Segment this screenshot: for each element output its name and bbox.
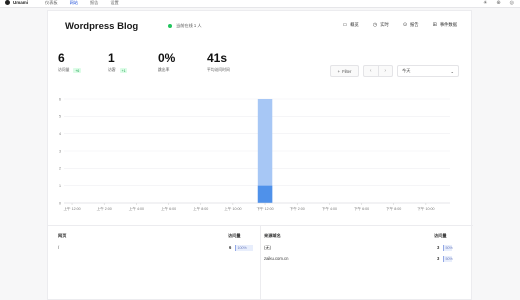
stat-avg-visit-time: 41s 平均访问时间	[207, 51, 230, 73]
table-row[interactable]: / 6 100%	[58, 244, 253, 251]
referrer-domain: (无)	[264, 244, 271, 250]
overview-label: 概览	[350, 22, 359, 27]
live-visitors: 当前在线 1 人	[168, 23, 202, 29]
top-navigation-bar: Umami 仪表板 网站 报告 设置 ☀ ⊕ ◎	[0, 0, 520, 8]
x-tick-label: 下午 8:00	[386, 206, 401, 211]
stat-label: 访问量	[58, 68, 70, 72]
event-data-label: 事件数据	[439, 22, 457, 27]
stat-visitors: 1 访客 +1	[108, 51, 128, 73]
y-tick-label: 5	[59, 115, 61, 119]
stat-views: 6 访问量 +6	[58, 51, 82, 73]
x-tick-label: 下午 10:00	[417, 206, 434, 211]
row-count: 3	[437, 245, 440, 250]
divider	[260, 225, 261, 300]
y-tick-label: 1	[59, 184, 61, 188]
realtime-label: 实时	[380, 22, 389, 27]
row-count: 6	[229, 245, 232, 250]
x-tick-label: 上午 4:00	[129, 206, 144, 211]
reports-button[interactable]: ⊙ 报告	[403, 22, 419, 28]
x-tick-label: 下午 12:00	[256, 206, 273, 211]
referrers-count-header: 访问量	[434, 233, 447, 238]
reports-icon: ⊙	[402, 22, 408, 28]
x-tick-label: 上午 8:00	[193, 206, 208, 211]
period-select[interactable]: 今天 ⌄	[397, 65, 459, 77]
x-tick-label: 上午 12:00	[63, 206, 80, 211]
nav-websites[interactable]: 网站	[70, 0, 78, 6]
stat-value: 0%	[158, 51, 176, 65]
brand-name: Umami	[13, 0, 29, 5]
events-icon: ⊞	[432, 22, 437, 28]
x-tick-label: 上午 10:00	[224, 206, 241, 211]
chevron-right-icon[interactable]: ›	[377, 66, 393, 76]
stat-label: 跳出率	[158, 68, 170, 72]
period-value: 今天	[402, 68, 411, 73]
stat-label: 平均访问时间	[207, 68, 230, 72]
stat-value: 1	[108, 51, 115, 65]
table-row[interactable]: (无) 3 50%	[264, 244, 459, 251]
brand[interactable]: Umami	[5, 0, 28, 5]
y-tick-label: 2	[59, 167, 61, 171]
page-title: Wordpress Blog	[65, 21, 139, 32]
date-navigation: ‹ ›	[363, 65, 393, 77]
plus-icon: +	[337, 68, 341, 74]
filter-button[interactable]: + Filter	[330, 65, 359, 77]
x-tick-label: 下午 4:00	[322, 206, 337, 211]
stat-value: 6	[58, 51, 65, 65]
main-nav: 仪表板 网站 报告 设置	[45, 0, 119, 6]
x-tick-label: 上午 6:00	[161, 206, 176, 211]
chevron-left-icon[interactable]: ‹	[364, 66, 378, 76]
nav-reports[interactable]: 报告	[90, 0, 98, 6]
overview-button[interactable]: ▭ 概览	[343, 22, 359, 28]
live-visitors-text: 当前在线 1 人	[176, 23, 202, 28]
pages-header: 网页	[58, 233, 67, 238]
row-percent: 100%	[235, 244, 253, 251]
visits-chart: 0 1 2 3 4 5 6 上午 12:00 上午 2:00 上午 4:00 上午 6:00 上午 8…	[59, 97, 450, 211]
top-icons: ☀ ⊕ ◎	[483, 0, 514, 6]
language-icon[interactable]: ⊕	[496, 0, 500, 6]
y-tick-label: 3	[59, 149, 61, 153]
website-dashboard: Wordpress Blog 当前在线 1 人 ▭ 概览 ◷ 实时 ⊙ 报告 ⊞…	[47, 10, 473, 300]
stat-bounce-rate: 0% 跳出率	[158, 51, 175, 73]
stat-label: 访客	[108, 68, 116, 72]
nav-dashboard[interactable]: 仪表板	[45, 0, 58, 6]
header-actions: ▭ 概览 ◷ 实时 ⊙ 报告 ⊞ 事件数据	[343, 22, 457, 28]
nav-settings[interactable]: 设置	[110, 0, 118, 6]
realtime-button[interactable]: ◷ 实时	[373, 22, 389, 28]
row-count: 3	[437, 256, 440, 261]
event-data-button[interactable]: ⊞ 事件数据	[433, 22, 457, 28]
realtime-icon: ◷	[372, 22, 378, 28]
referrer-domain: zaiku.com.cn	[264, 256, 289, 261]
change-badge: +6	[73, 68, 82, 73]
chevron-down-icon: ⌄	[450, 68, 454, 74]
row-percent: 50%	[443, 244, 453, 251]
live-dot-icon	[168, 24, 172, 28]
theme-icon[interactable]: ☀	[483, 0, 487, 6]
x-tick-label: 下午 6:00	[354, 206, 369, 211]
stat-value: 41s	[207, 51, 228, 65]
pages-count-header: 访问量	[228, 233, 241, 238]
overview-icon: ▭	[342, 22, 348, 28]
y-tick-label: 0	[59, 201, 61, 205]
logo-icon	[5, 0, 10, 5]
filter-label: Filter	[342, 68, 352, 74]
row-percent: 50%	[443, 255, 453, 262]
profile-icon[interactable]: ◎	[510, 0, 514, 6]
bar-visitors	[257, 185, 273, 203]
y-tick-label: 6	[59, 97, 61, 101]
y-tick-label: 4	[59, 132, 61, 136]
reports-label: 报告	[410, 22, 419, 27]
table-row[interactable]: zaiku.com.cn 3 50%	[264, 255, 459, 262]
referrers-header: 来源域名	[264, 233, 281, 238]
page-path: /	[58, 245, 60, 250]
change-badge: +1	[119, 68, 128, 73]
x-tick-label: 上午 2:00	[97, 206, 112, 211]
x-tick-label: 下午 2:00	[290, 206, 305, 211]
